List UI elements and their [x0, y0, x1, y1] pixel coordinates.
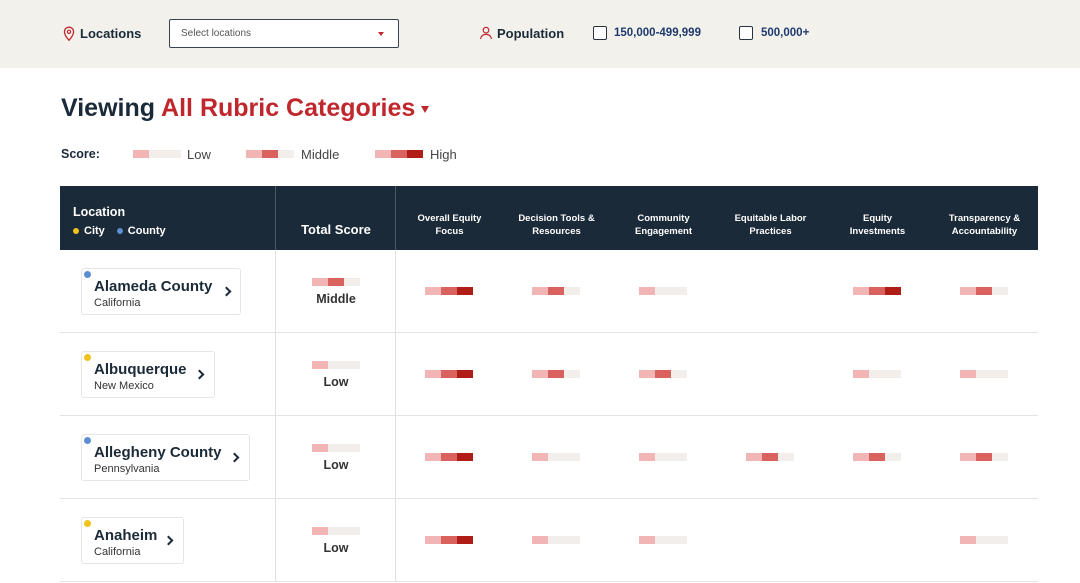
locations-label: Locations	[80, 26, 142, 41]
population-checkbox-150k[interactable]	[593, 26, 607, 40]
chevron-right-icon[interactable]	[229, 452, 240, 463]
population-checkbox-500k[interactable]	[739, 26, 753, 40]
location-card-link[interactable]: Alameda County California	[81, 268, 241, 315]
column-header-equity-investments[interactable]: Equity Investments	[824, 212, 931, 238]
category-score-bar	[425, 453, 473, 461]
category-score-bar	[425, 370, 473, 378]
category-score-bar	[425, 536, 473, 544]
locations-placeholder: Select locations	[181, 28, 252, 39]
location-pin-icon	[63, 26, 75, 42]
category-dropdown-label[interactable]: All Rubric Categories	[161, 94, 415, 122]
category-score-bar	[532, 370, 580, 378]
chevron-right-icon[interactable]	[221, 286, 232, 297]
legend-title: Score:	[61, 147, 100, 161]
location-name[interactable]: Allegheny County	[94, 444, 222, 461]
category-score-bar	[853, 287, 901, 295]
category-score-bar	[746, 453, 794, 461]
location-state: New Mexico	[94, 380, 154, 392]
total-score-bar	[312, 278, 360, 286]
category-score-bar	[960, 536, 1008, 544]
category-score-bar	[960, 287, 1008, 295]
table-row: Alameda County California Middle	[60, 250, 1038, 333]
legend-bar-middle	[246, 150, 294, 158]
legend-label-high: High	[430, 147, 457, 162]
table-row: Albuquerque New Mexico Low	[60, 333, 1038, 416]
scores-table: Location City County Total Score Overall…	[60, 186, 1038, 582]
column-header-transparency[interactable]: Transparency & Accountability	[931, 212, 1038, 238]
column-header-equitable-labor[interactable]: Equitable Labor Practices	[717, 212, 824, 238]
column-header-community-engagement[interactable]: Community Engagement	[610, 212, 717, 238]
location-type-key: City County	[73, 225, 166, 237]
category-score-bar	[853, 370, 901, 378]
population-option-500k[interactable]: 500,000+	[761, 27, 809, 39]
chevron-right-icon[interactable]	[163, 535, 174, 546]
location-name[interactable]: Anaheim	[94, 527, 157, 544]
location-state: California	[94, 297, 141, 309]
key-city-label: City	[84, 225, 105, 237]
legend-bar-low	[133, 150, 181, 158]
total-score-label: Low	[323, 541, 349, 555]
county-dot-icon	[84, 271, 91, 278]
total-score-label: Low	[323, 458, 349, 472]
column-header-overall-equity-focus[interactable]: Overall Equity Focus	[396, 212, 503, 238]
category-score-bar	[960, 453, 1008, 461]
column-header-location: Location	[73, 205, 126, 219]
legend-label-low: Low	[187, 147, 211, 162]
category-score-bar	[532, 453, 580, 461]
city-dot-icon	[84, 520, 91, 527]
total-score-bar	[312, 361, 360, 369]
location-card-link[interactable]: Albuquerque New Mexico	[81, 351, 215, 398]
table-row: Anaheim California Low	[60, 499, 1038, 582]
total-score-bar	[312, 527, 360, 535]
location-name[interactable]: Alameda County	[94, 278, 212, 295]
column-header-total-score: Total Score	[301, 222, 371, 237]
key-county-label: County	[127, 225, 166, 237]
filter-bar: Locations Select locations Population 15…	[0, 0, 1080, 68]
category-score-bar	[853, 453, 901, 461]
legend-bar-high	[375, 150, 423, 158]
caret-down-icon	[378, 32, 384, 36]
table-header: Location City County Total Score Overall…	[60, 186, 1038, 250]
category-score-bar	[639, 453, 687, 461]
location-state: Pennsylvania	[94, 463, 160, 475]
location-card-link[interactable]: Anaheim California	[81, 517, 184, 564]
total-score-bar	[312, 444, 360, 452]
category-score-bar	[960, 370, 1008, 378]
total-score-label: Low	[323, 375, 349, 389]
county-dot-icon	[116, 228, 123, 234]
total-score-label: Middle	[316, 292, 356, 306]
legend-label-middle: Middle	[301, 147, 340, 162]
location-name[interactable]: Albuquerque	[94, 361, 187, 378]
table-row: Allegheny County Pennsylvania Low	[60, 416, 1038, 499]
population-label: Population	[497, 26, 565, 41]
person-icon	[479, 26, 493, 40]
location-card-link[interactable]: Allegheny County Pennsylvania	[81, 434, 250, 481]
column-header-decision-tools[interactable]: Decision Tools & Resources	[503, 212, 610, 238]
population-option-150k[interactable]: 150,000-499,999	[614, 27, 701, 39]
header-divider	[275, 186, 276, 250]
category-score-bar	[639, 536, 687, 544]
category-score-bar	[532, 536, 580, 544]
category-score-bar	[532, 287, 580, 295]
category-score-bar	[639, 370, 687, 378]
locations-select[interactable]: Select locations	[169, 19, 399, 48]
city-dot-icon	[73, 228, 79, 234]
city-dot-icon	[84, 354, 91, 361]
category-score-bar	[639, 287, 687, 295]
chevron-right-icon[interactable]	[194, 369, 205, 380]
county-dot-icon	[84, 437, 91, 444]
category-dropdown[interactable]: All Rubric Categories	[161, 94, 430, 122]
location-state: California	[94, 546, 141, 558]
page-title-prefix: Viewing	[61, 94, 156, 122]
page-title: Viewing All Rubric Categories	[61, 94, 430, 123]
caret-down-icon[interactable]	[421, 105, 430, 113]
category-score-bar	[425, 287, 473, 295]
